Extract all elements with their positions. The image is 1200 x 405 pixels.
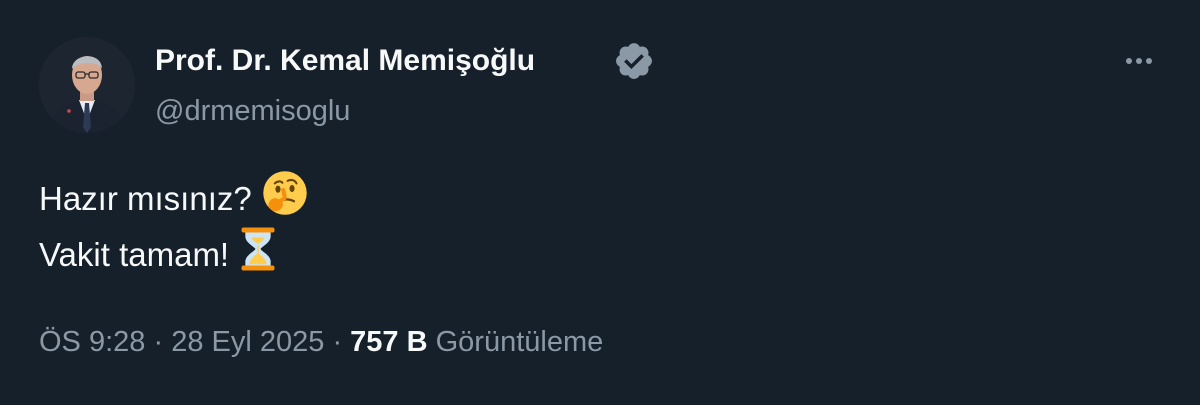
meta-separator: ·: [153, 326, 164, 358]
more-horizontal-icon: [1146, 58, 1152, 64]
views-label: Görüntüleme: [435, 326, 604, 358]
tweet-card: Prof. Dr. Kemal Memişoğlu @drmemisoglu H…: [0, 0, 1200, 405]
tweet-date[interactable]: 28 Eyl 2025: [171, 326, 324, 358]
thinking-face-icon: [262, 170, 308, 228]
tweet-text: Vakit tamam!: [39, 236, 230, 273]
profile-photo-icon: [39, 37, 135, 133]
tweet-meta: ÖS 9:28 · 28 Eyl 2025 · 757 B Görüntülem…: [39, 322, 603, 362]
more-horizontal-icon: [1136, 58, 1142, 64]
meta-separator: ·: [332, 326, 343, 358]
avatar[interactable]: [39, 37, 135, 133]
author-handle[interactable]: @drmemisoglu: [155, 91, 350, 131]
author-display-name[interactable]: Prof. Dr. Kemal Memişoğlu: [155, 41, 535, 81]
more-horizontal-icon: [1126, 58, 1132, 64]
verified-badge-icon: [613, 40, 655, 82]
tweet-time[interactable]: ÖS 9:28: [39, 326, 145, 358]
hourglass-icon: [239, 226, 277, 284]
views-count[interactable]: 757 B: [350, 326, 427, 358]
more-options-button[interactable]: [1118, 44, 1160, 78]
tweet-text: Hazır mısınız?: [39, 180, 252, 217]
tweet-text-line: Vakit tamam!: [39, 226, 277, 284]
tweet-text-line: Hazır mısınız?: [39, 170, 308, 228]
